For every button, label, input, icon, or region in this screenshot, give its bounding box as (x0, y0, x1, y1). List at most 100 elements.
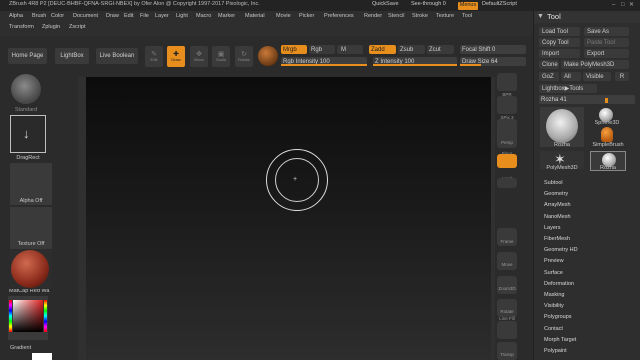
color-picker[interactable] (8, 296, 48, 340)
draw-size-slider[interactable]: Draw Size 64 (460, 57, 526, 66)
move-view-label: Move (501, 262, 513, 267)
draw-mode-button[interactable]: ✚ Draw (167, 46, 185, 67)
gradient-label: Gradient (10, 345, 32, 351)
m-button[interactable]: M (337, 45, 363, 54)
stroke-thumbnail[interactable]: ↓ (10, 115, 46, 153)
subpalette-visibility[interactable]: Visibility (544, 304, 564, 310)
line-fill-button[interactable] (497, 321, 517, 339)
zadd-button[interactable]: Zadd (369, 45, 396, 54)
quicksave-button[interactable]: QuickSave (372, 1, 399, 8)
brush-cursor-crosshair: + (293, 176, 298, 183)
brush-name: Standard (14, 107, 38, 113)
see-through-slider[interactable]: See-through 0 (411, 1, 446, 8)
subpalette-masking[interactable]: Masking (544, 292, 564, 299)
bpr-button[interactable] (497, 73, 517, 91)
zcut-button[interactable]: Zcut (427, 45, 454, 54)
rotate-mode-button[interactable]: ↻ Rotate (235, 46, 253, 67)
menu-alpha[interactable]: Alpha (9, 13, 23, 20)
focal-shift-slider[interactable]: Focal Shift 0 (460, 45, 526, 54)
minimize-icon[interactable]: – (612, 2, 615, 8)
menu-macro[interactable]: Macro (196, 13, 211, 20)
menu-color[interactable]: Color (51, 13, 64, 20)
window-title: ZBrush 4R8 P2 [DEUC-BHBF-QFNA-SRGI-NBEX]… (9, 1, 260, 7)
draw-size-fill (460, 64, 482, 66)
menu-brush[interactable]: Brush (32, 13, 46, 20)
maximize-icon[interactable]: □ (621, 2, 625, 8)
subpalette-polygroups[interactable]: Polygroups (544, 315, 572, 321)
z-intensity-fill (373, 64, 457, 66)
tool-palette: ▼ Tool Load Tool Save As Copy Tool Paste… (533, 11, 640, 360)
xyz-button[interactable] (497, 178, 517, 188)
rgb-intensity-slider[interactable]: Rgb Intensity 100 (281, 57, 367, 66)
spix-button[interactable] (497, 96, 517, 114)
menu-movie[interactable]: Movie (276, 13, 291, 20)
top-shelf: Home Page LightBox Live Boolean ✎ Edit ✚… (0, 40, 533, 70)
transp-label: Transp (500, 352, 514, 357)
subpalette-surface[interactable]: Surface (544, 270, 563, 277)
move-mode-button[interactable]: ✥ Move (190, 46, 208, 67)
secondary-color-swatch[interactable] (32, 353, 52, 360)
home-page-button[interactable]: Home Page (8, 48, 47, 64)
local-button[interactable] (497, 154, 517, 168)
menu-material[interactable]: Material (245, 13, 265, 20)
menu-texture[interactable]: Texture (436, 13, 454, 20)
edit-mode-button[interactable]: ✎ Edit (145, 46, 163, 67)
line-fill-label: Line Fill (499, 316, 515, 321)
rotate-view-label: Rotate (500, 309, 514, 314)
subpalette-geometry-hd[interactable]: Geometry HD (544, 248, 578, 254)
canvas-side-scroll-left[interactable] (78, 77, 86, 360)
subpalette-polypaint[interactable]: Polypaint (544, 348, 567, 355)
menu-stroke[interactable]: Stroke (412, 13, 428, 20)
subpalette-nanomesh[interactable]: NanoMesh (544, 214, 571, 221)
zsub-button[interactable]: Zsub (398, 45, 425, 54)
menu-document[interactable]: Document (73, 13, 98, 20)
menu-edit[interactable]: Edit (124, 13, 133, 20)
document-canvas[interactable]: + (86, 77, 491, 360)
rgb-button[interactable]: Rgb (309, 45, 335, 54)
material-thumbnail[interactable] (10, 250, 52, 288)
menu-tool[interactable]: Tool (462, 13, 472, 20)
z-intensity-slider[interactable]: Z Intensity 100 (373, 57, 457, 66)
subpalette-arraymesh[interactable]: ArrayMesh (544, 203, 571, 209)
menu-marker[interactable]: Marker (218, 13, 235, 20)
menu-layer[interactable]: Layer (155, 13, 169, 20)
live-boolean-button[interactable]: Live Boolean (96, 48, 138, 64)
menu-transform[interactable]: Transform (9, 24, 34, 31)
menu-picker[interactable]: Picker (299, 13, 314, 20)
menu-light[interactable]: Light (176, 13, 188, 20)
title-bar: ZBrush 4R8 P2 [DEUC-BHBF-QFNA-SRGI-NBEX]… (0, 0, 640, 11)
subpalette-morph-target[interactable]: Morph Target (544, 337, 576, 344)
menu-render[interactable]: Render (364, 13, 382, 20)
menu-draw[interactable]: Draw (106, 13, 119, 20)
menus-toggle[interactable]: Menus (458, 2, 478, 10)
frame-label: Frame (500, 239, 514, 244)
color-hue-square[interactable] (13, 300, 43, 332)
default-zscript[interactable]: DefaultZScript (482, 1, 517, 8)
menu-zplugin[interactable]: Zplugin (42, 24, 60, 31)
menu-stencil[interactable]: Stencil (388, 13, 405, 20)
zoom3d-label: Zoom3D (498, 286, 516, 291)
subpalette-preview[interactable]: Preview (544, 259, 564, 265)
menu-zscript[interactable]: Zscript (69, 24, 86, 31)
stroke-name: DragRect (16, 155, 40, 161)
subpalette-layers[interactable]: Layers (544, 225, 561, 232)
material-sphere-icon[interactable] (258, 46, 278, 66)
subpalette-deformation[interactable]: Deformation (544, 281, 574, 288)
window-controls: – □ ✕ (612, 2, 636, 9)
color-hue-ring-left (9, 300, 12, 332)
menu-file[interactable]: File (140, 13, 149, 20)
close-icon[interactable]: ✕ (629, 2, 634, 8)
rgb-intensity-fill (281, 64, 367, 66)
right-shelf: BPR SPix 3 Persp Floor Local Frame Move … (495, 70, 519, 360)
scale-mode-button[interactable]: ▣ Scale (212, 46, 230, 67)
subpalette-contact[interactable]: Contact (544, 326, 563, 333)
mrgb-button[interactable]: Mrgb (281, 45, 307, 54)
lightbox-button[interactable]: LightBox (55, 48, 89, 64)
matcap-sphere-icon (11, 250, 49, 288)
color-hue-ring-right (44, 300, 47, 332)
brush-icon[interactable] (11, 74, 41, 104)
subpalette-geometry[interactable]: Geometry (544, 192, 568, 198)
subpalette-fibermesh[interactable]: FiberMesh (544, 236, 570, 243)
subpalette-subtool[interactable]: Subtool (544, 180, 563, 187)
menu-preferences[interactable]: Preferences (324, 13, 354, 20)
